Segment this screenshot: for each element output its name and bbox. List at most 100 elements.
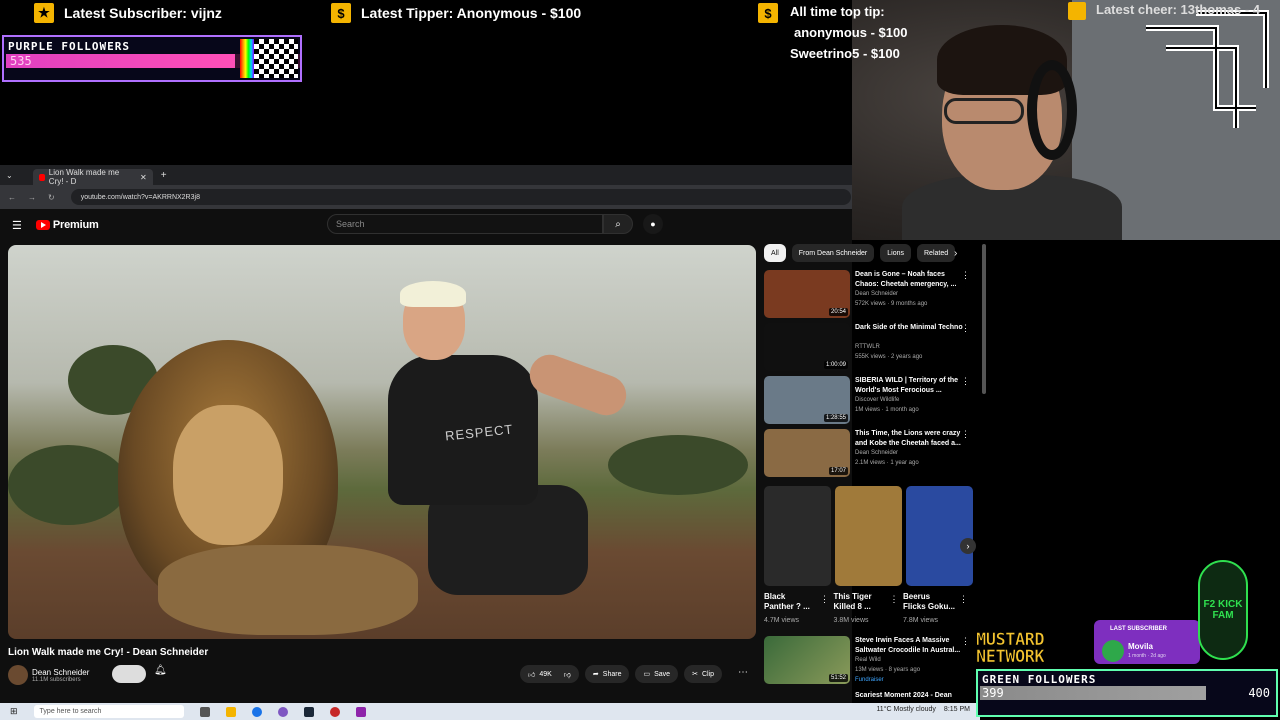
short-thumbnail[interactable] xyxy=(835,486,902,586)
video-title[interactable]: Steve Irwin Faces A Massive Saltwater Cr… xyxy=(855,636,963,656)
more-options-icon[interactable]: ⋮ xyxy=(961,376,970,387)
shorts-shelf xyxy=(764,486,973,586)
channel-avatar[interactable] xyxy=(8,665,28,685)
tree xyxy=(608,435,748,495)
video-title[interactable]: Dark Side of the Minimal Techno xyxy=(855,323,963,333)
browser-tab[interactable]: Lion Walk made me Cry! - D ✕ xyxy=(32,168,153,186)
more-actions-icon[interactable]: ⋯ xyxy=(738,667,748,678)
list-item[interactable]: 1:00:09 Dark Side of the Minimal Techno RT… xyxy=(764,323,974,373)
video-player[interactable]: RESPECT xyxy=(8,245,756,639)
tab-list-chevron-icon[interactable]: ⌄ xyxy=(6,171,13,180)
youtube-logo[interactable]: Premium xyxy=(35,219,99,231)
app-icon[interactable] xyxy=(355,706,366,717)
top-tip-2: Sweetrino5 - $100 xyxy=(790,46,900,61)
video-thumbnail[interactable]: 1:00:09 xyxy=(764,323,850,371)
url-field[interactable]: youtube.com/watch?v=AKRRNX2R3j8 xyxy=(70,189,851,205)
top-tip-alert: $ xyxy=(758,2,778,24)
more-options-icon[interactable]: ⋮ xyxy=(959,594,968,605)
list-item[interactable]: 20:54 Dean is Gone – Noah faces Chaos: Ch… xyxy=(764,270,974,320)
task-view-icon[interactable] xyxy=(199,706,210,717)
search-button[interactable]: ⌕ xyxy=(603,214,633,234)
windows-start-icon[interactable]: ⊞ xyxy=(10,706,18,717)
chip-all[interactable]: All xyxy=(764,244,786,262)
channel-name[interactable]: Dean Schneider xyxy=(855,450,898,456)
video-title[interactable]: Dean is Gone – Noah faces Chaos: Cheetah… xyxy=(855,270,963,290)
chrome-icon[interactable] xyxy=(251,706,262,717)
hamburger-menu-icon[interactable]: ☰ xyxy=(12,219,22,232)
video-title[interactable]: SIBERIA WILD | Territory of the World's … xyxy=(855,376,963,396)
purple-followers-goal: PURPLE FOLLOWERS 535 550 xyxy=(2,35,302,82)
short-thumbnail[interactable] xyxy=(906,486,973,586)
short-views: 7.8M views xyxy=(903,617,939,624)
chevron-right-icon: › xyxy=(966,541,970,551)
channel-name[interactable]: Dean Schneider xyxy=(32,668,89,677)
video-thumbnail[interactable]: 20:54 xyxy=(764,270,850,318)
forward-icon[interactable]: → xyxy=(28,193,36,202)
more-options-icon[interactable]: ⋮ xyxy=(890,594,899,605)
video-title[interactable]: Scariest Moment 2024 - Dean xyxy=(855,692,952,699)
weather-text[interactable]: 11°C Mostly cloudy xyxy=(876,706,935,713)
sidebar-scrollbar[interactable] xyxy=(982,244,986,394)
windows-taskbar: ⊞ Type here to search 11°C Mostly cloudy… xyxy=(0,703,980,720)
channel-info[interactable]: Dean Schneider 11.1M subscribers xyxy=(8,665,89,685)
video-thumbnail[interactable]: 17:07 xyxy=(764,429,850,477)
channel-name[interactable]: Dean Schneider xyxy=(855,291,898,297)
file-explorer-icon[interactable] xyxy=(225,706,236,717)
shorts-next-button[interactable]: › xyxy=(960,538,976,554)
like-button[interactable]: 👍︎ 49K 👎︎ xyxy=(520,665,579,683)
more-options-icon[interactable]: ⋮ xyxy=(820,594,829,605)
voice-search-button[interactable]: ● xyxy=(643,214,663,234)
last-subscriber-meta: 1 month · 2d ago xyxy=(1128,653,1166,659)
avatar xyxy=(1102,640,1124,662)
browser-tab-title: Lion Walk made me Cry! - D xyxy=(48,168,120,186)
channel-name[interactable]: RTTWLR xyxy=(855,344,880,350)
short-title[interactable]: Black Panther ? ... xyxy=(764,592,810,612)
notification-bell-icon[interactable]: 🔔︎ xyxy=(154,665,167,676)
search-input[interactable]: Search xyxy=(327,214,603,234)
save-button[interactable]: ▭ Save xyxy=(635,665,679,683)
back-icon[interactable]: ← xyxy=(8,193,16,202)
video-thumbnail[interactable]: 1:28:55 xyxy=(764,376,850,424)
more-options-icon[interactable]: ⋮ xyxy=(961,636,970,647)
short-title[interactable]: This Tiger Killed 8 ... xyxy=(834,592,872,612)
fundraiser-badge: Fundraiser xyxy=(855,677,884,683)
green-followers-goal: GREEN FOLLOWERS 399 400 xyxy=(976,669,1278,717)
more-options-icon[interactable]: ⋮ xyxy=(961,429,970,440)
clip-button[interactable]: ✂ Clip xyxy=(684,665,722,683)
goal-bar-fill xyxy=(6,54,235,68)
share-label: Share xyxy=(602,670,622,678)
subscribed-button[interactable] xyxy=(112,665,146,683)
search-placeholder: Search xyxy=(336,219,365,229)
video-title[interactable]: This Time, the Lions were crazy and Kobe… xyxy=(855,429,963,449)
chip-from-channel[interactable]: From Dean Schneider xyxy=(791,244,875,262)
video-thumbnail[interactable]: 51:52 xyxy=(764,636,850,684)
chevron-right-icon[interactable]: › xyxy=(954,248,957,259)
list-item[interactable]: 51:52 Steve Irwin Faces A Massive Saltwa… xyxy=(764,636,974,686)
taskbar-search-input[interactable]: Type here to search xyxy=(33,705,184,718)
chip-lions[interactable]: Lions xyxy=(880,244,911,262)
last-subscriber-label: LAST SUBSCRIBER xyxy=(1110,626,1168,632)
short-thumbnail[interactable] xyxy=(764,486,831,586)
chip-related[interactable]: Related xyxy=(917,244,956,262)
video-meta: 555K views · 2 years ago xyxy=(855,354,923,360)
list-item[interactable]: 17:07 This Time, the Lions were crazy and… xyxy=(764,429,974,479)
subscriber-count: 11.1M subscribers xyxy=(32,676,81,683)
obs-icon[interactable] xyxy=(277,706,288,717)
top-tip-label: All time top tip: xyxy=(790,4,885,19)
thumbs-down-icon[interactable]: 👎︎ xyxy=(564,670,571,679)
steam-icon[interactable] xyxy=(303,706,314,717)
more-options-icon[interactable]: ⋮ xyxy=(961,323,970,334)
close-tab-icon[interactable]: ✕ xyxy=(140,173,147,182)
save-icon: ▭ xyxy=(643,671,651,678)
list-item[interactable]: 1:28:55 SIBERIA WILD | Territory of the W… xyxy=(764,376,974,426)
app-icon[interactable] xyxy=(329,706,340,717)
new-tab-icon[interactable]: + xyxy=(161,170,167,181)
more-options-icon[interactable]: ⋮ xyxy=(961,270,970,281)
short-title[interactable]: Beerus Flicks Goku... xyxy=(903,592,955,612)
reload-icon[interactable]: ↻ xyxy=(48,193,55,202)
clock-text[interactable]: 8:15 PM xyxy=(944,706,970,713)
channel-name[interactable]: Real Wild xyxy=(855,657,881,663)
kick-fam-text: F2 KICK FAM xyxy=(1203,599,1243,621)
channel-name[interactable]: Discover Wildlife xyxy=(855,397,899,403)
share-button[interactable]: ➦ Share xyxy=(584,665,630,683)
